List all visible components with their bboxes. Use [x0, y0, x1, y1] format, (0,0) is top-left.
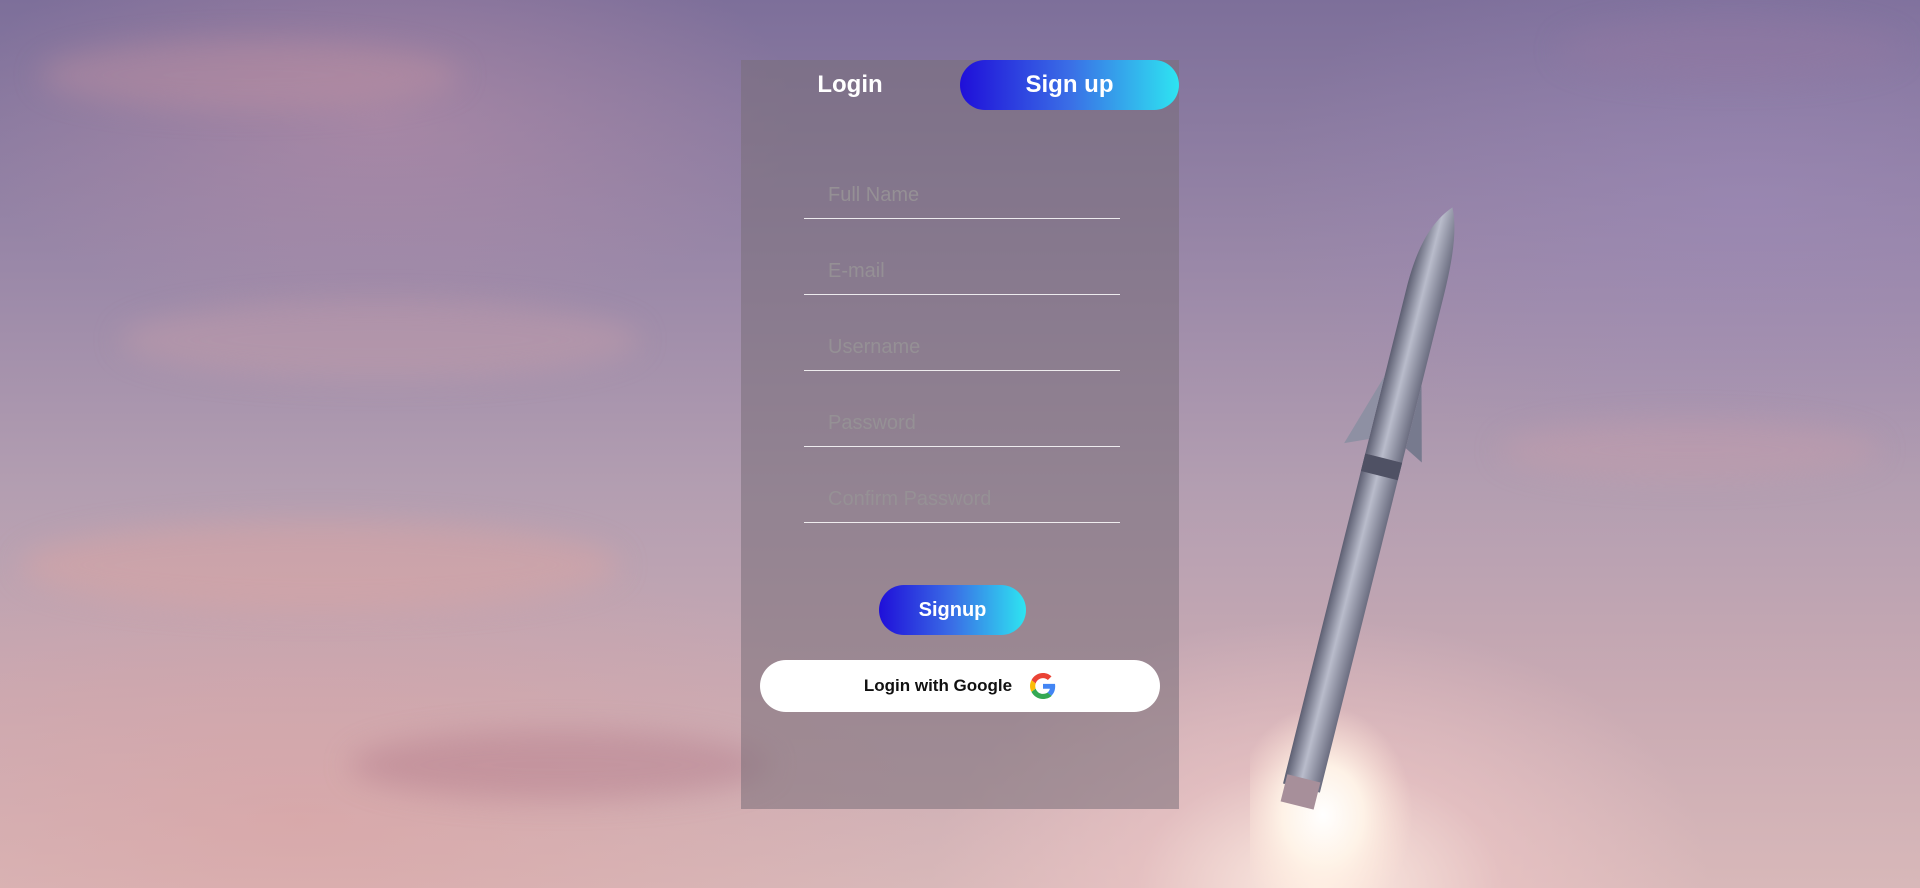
tab-login[interactable]: Login: [741, 60, 959, 110]
confirm-password-input[interactable]: [804, 476, 1120, 522]
rocket-image: [1250, 207, 1455, 888]
cloud: [350, 730, 770, 800]
signup-button[interactable]: Signup: [879, 585, 1026, 635]
full-name-field: [804, 172, 1120, 219]
cloud: [40, 40, 460, 110]
cloud: [1560, 20, 1900, 80]
cloud: [1500, 420, 1880, 480]
login-with-google-button[interactable]: Login with Google: [760, 660, 1160, 712]
username-input[interactable]: [804, 324, 1120, 370]
google-icon: [1030, 673, 1056, 699]
email-field: [804, 248, 1120, 295]
email-input[interactable]: [804, 248, 1120, 294]
tab-signup[interactable]: Sign up: [960, 60, 1179, 110]
username-field: [804, 324, 1120, 371]
google-button-label: Login with Google: [863, 676, 1013, 695]
confirm-password-field: [804, 476, 1120, 523]
cloud: [120, 300, 640, 380]
password-input[interactable]: [804, 400, 1120, 446]
signup-panel: Login Sign up Signup Login with Google: [741, 60, 1179, 809]
password-field: [804, 400, 1120, 447]
cloud: [20, 520, 620, 610]
full-name-input[interactable]: [804, 172, 1120, 218]
